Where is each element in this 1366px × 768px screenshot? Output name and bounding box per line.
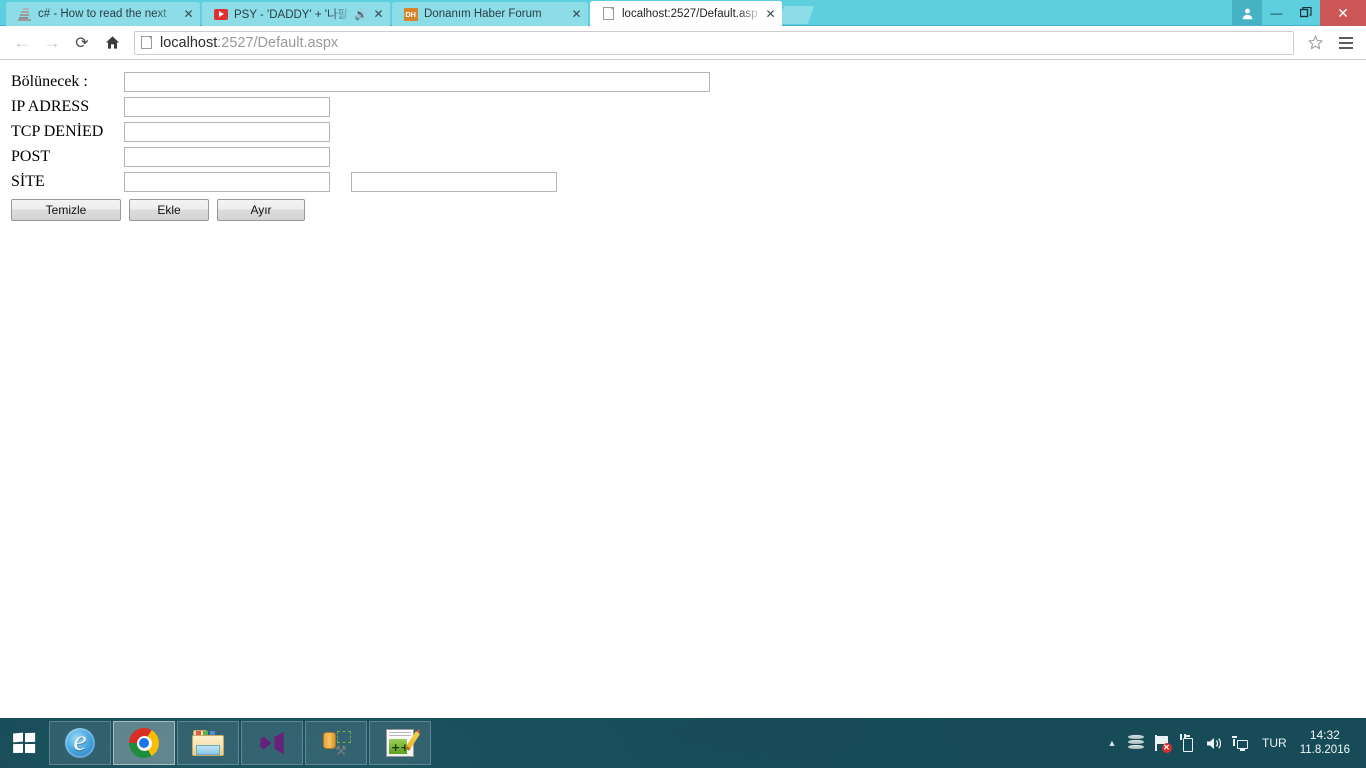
desktop-wallpaper-strip: ⚒ ++ ▲ ✕ bbox=[0, 718, 1366, 768]
url-path: :2527/Default.aspx bbox=[217, 34, 339, 51]
tab-close-icon[interactable]: ✕ bbox=[181, 7, 196, 22]
chrome-menu-icon[interactable] bbox=[1334, 30, 1358, 56]
language-indicator[interactable]: TUR bbox=[1253, 736, 1296, 750]
input-bolunecek[interactable] bbox=[124, 71, 710, 92]
window-controls: — ✕ bbox=[1232, 0, 1366, 26]
label-site: SİTE bbox=[11, 172, 45, 190]
dh-icon-text: DH bbox=[403, 7, 418, 21]
form-row-post: POST bbox=[11, 144, 1366, 169]
stackoverflow-icon bbox=[17, 7, 32, 22]
taskbar-item-internet-explorer[interactable] bbox=[49, 721, 111, 765]
tab-strip: c# - How to read the next ✕ PSY - 'DADDY… bbox=[0, 0, 1366, 26]
clock[interactable]: 14:32 11.8.2016 bbox=[1296, 728, 1360, 758]
file-explorer-icon bbox=[192, 730, 224, 756]
url-text: localhost:2527/Default.aspx bbox=[160, 35, 338, 51]
form-row-bolunecek: Bölünecek : bbox=[11, 69, 1366, 94]
flag-error-badge: ✕ bbox=[1161, 742, 1172, 753]
clear-button[interactable]: Temizle bbox=[11, 199, 121, 221]
battery-icon[interactable] bbox=[1175, 718, 1201, 768]
tab-close-icon[interactable]: ✕ bbox=[763, 6, 778, 21]
url-host: localhost bbox=[160, 34, 218, 51]
clock-time: 14:32 bbox=[1309, 728, 1340, 742]
taskbar-item-sql-tools[interactable]: ⚒ bbox=[305, 721, 367, 765]
tab-title: c# - How to read the next bbox=[38, 8, 167, 20]
browser-window: c# - How to read the next ✕ PSY - 'DADDY… bbox=[0, 0, 1366, 718]
page-viewport: Bölünecek : IP ADRESS TCP DENİED POST Sİ… bbox=[0, 61, 1366, 718]
label-ip-adress: IP ADRESS bbox=[11, 97, 90, 115]
address-bar[interactable]: localhost:2527/Default.aspx bbox=[134, 30, 1294, 55]
action-center-flag-icon[interactable]: ✕ bbox=[1149, 718, 1175, 768]
taskbar-item-file-explorer[interactable] bbox=[177, 721, 239, 765]
aspx-form: Bölünecek : IP ADRESS TCP DENİED POST Sİ… bbox=[0, 61, 1366, 221]
browser-tab-2[interactable]: PSY - 'DADDY' + '나팔 🔊 ✕ bbox=[202, 2, 390, 26]
form-row-ip-adress: IP ADRESS bbox=[11, 94, 1366, 119]
bookmark-star-icon[interactable] bbox=[1302, 31, 1328, 55]
add-button[interactable]: Ekle bbox=[129, 199, 209, 221]
stack-icon[interactable] bbox=[1123, 718, 1149, 768]
split-button[interactable]: Ayır bbox=[217, 199, 305, 221]
back-icon[interactable]: ← bbox=[8, 29, 36, 57]
input-site-secondary[interactable] bbox=[351, 171, 557, 192]
taskbar-item-visual-studio[interactable] bbox=[241, 721, 303, 765]
profile-icon[interactable] bbox=[1232, 0, 1262, 26]
home-icon[interactable] bbox=[98, 29, 126, 57]
browser-tab-1[interactable]: c# - How to read the next ✕ bbox=[6, 2, 200, 26]
visual-studio-icon bbox=[258, 729, 286, 757]
new-tab-button[interactable] bbox=[777, 6, 815, 24]
show-hidden-icons-chevron-icon[interactable]: ▲ bbox=[1101, 718, 1123, 768]
tab-title: PSY - 'DADDY' + '나팔 bbox=[234, 9, 349, 21]
google-chrome-icon bbox=[129, 728, 159, 758]
minimize-button[interactable]: — bbox=[1262, 0, 1291, 26]
form-row-tcp-denied: TCP DENİED bbox=[11, 119, 1366, 144]
sql-tools-icon: ⚒ bbox=[321, 729, 351, 757]
taskbar-item-notepad-plus-plus[interactable]: ++ bbox=[369, 721, 431, 765]
maximize-button[interactable] bbox=[1291, 0, 1320, 26]
clock-date: 11.8.2016 bbox=[1299, 744, 1350, 756]
form-row-site: SİTE bbox=[11, 169, 1366, 194]
input-ip-adress[interactable] bbox=[124, 96, 330, 117]
internet-explorer-icon bbox=[65, 724, 95, 758]
tab-close-icon[interactable]: ✕ bbox=[371, 7, 386, 22]
windows-taskbar: ⚒ ++ ▲ ✕ bbox=[0, 718, 1366, 768]
page-icon bbox=[601, 6, 616, 21]
notepad-plus-plus-icon: ++ bbox=[386, 729, 421, 757]
taskbar-item-google-chrome[interactable] bbox=[113, 721, 175, 765]
youtube-icon bbox=[213, 7, 228, 22]
browser-tab-4-active[interactable]: localhost:2527/Default.asp ✕ bbox=[590, 1, 782, 26]
network-icon[interactable] bbox=[1227, 718, 1253, 768]
tab-title: localhost:2527/Default.asp bbox=[622, 7, 758, 20]
label-post: POST bbox=[11, 147, 51, 165]
system-tray: ▲ ✕ TUR 14:32 11.8.2016 bbox=[1101, 718, 1366, 768]
browser-toolbar: ← → ⟳ localhost:2527/Default.aspx bbox=[0, 26, 1366, 60]
volume-icon[interactable] bbox=[1201, 718, 1227, 768]
tab-audio-icon[interactable]: 🔊 bbox=[354, 8, 368, 21]
reload-icon[interactable]: ⟳ bbox=[68, 29, 96, 57]
windows-logo-icon bbox=[13, 732, 36, 754]
browser-tab-3[interactable]: DH Donanım Haber Forum ✕ bbox=[392, 2, 588, 26]
start-button[interactable] bbox=[0, 718, 48, 768]
dh-icon: DH bbox=[403, 7, 418, 22]
tab-close-icon[interactable]: ✕ bbox=[569, 7, 584, 22]
label-tcp-denied: TCP DENİED bbox=[11, 122, 104, 140]
page-info-icon bbox=[141, 36, 152, 49]
forward-icon[interactable]: → bbox=[38, 29, 66, 57]
label-bolunecek: Bölünecek : bbox=[11, 72, 88, 90]
tab-title: Donanım Haber Forum bbox=[424, 8, 542, 20]
close-button[interactable]: ✕ bbox=[1320, 0, 1366, 26]
input-site[interactable] bbox=[124, 171, 330, 192]
input-tcp-denied[interactable] bbox=[124, 121, 330, 142]
form-button-row: Temizle Ekle Ayır bbox=[11, 199, 1366, 221]
input-post[interactable] bbox=[124, 146, 330, 167]
